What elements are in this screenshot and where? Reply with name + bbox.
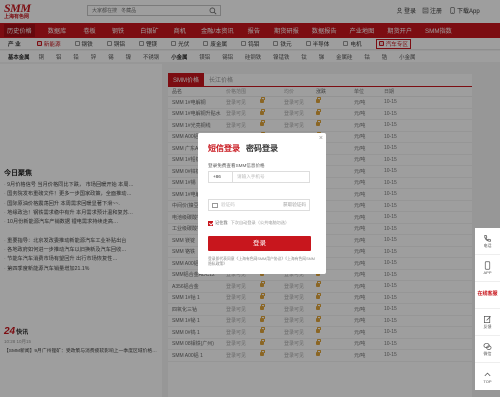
toolbar-app[interactable]: APP: [475, 255, 500, 282]
login-tabs: 短信登录 密码登录: [208, 143, 278, 154]
toolbar-label: 微信: [483, 350, 492, 356]
wechat-icon: [483, 342, 492, 350]
toolbar-label: 电话: [483, 242, 492, 248]
tab-sms-login[interactable]: 短信登录: [208, 143, 240, 154]
country-code-select[interactable]: +86: [209, 172, 233, 182]
remember-label: 记住我: [215, 220, 228, 225]
toolbar-phone[interactable]: 电话: [475, 228, 500, 255]
code-field[interactable]: 验证码 获取验证码: [208, 199, 310, 211]
toolbar-feedback[interactable]: 反馈: [475, 309, 500, 336]
message-icon: [212, 203, 218, 208]
login-button[interactable]: 登录: [208, 236, 311, 251]
phone-input[interactable]: 请输入手机号: [233, 174, 265, 180]
remember-me[interactable]: 记住我 下次自动登录（公共电脑勿选）: [208, 220, 289, 226]
toolbar-label: 反馈: [483, 323, 492, 329]
login-modal: × 短信登录 密码登录 登录免费查看SMM信息价格 +86 请输入手机号 验证码…: [198, 133, 326, 274]
terms-text: 登录即代表同意《上海有色网SMM用户协议》《上海有色网SMM隐私政策》: [208, 257, 315, 266]
checkbox-icon[interactable]: [208, 220, 213, 226]
code-input[interactable]: 验证码: [209, 202, 283, 208]
tab-password-login[interactable]: 密码登录: [246, 143, 278, 154]
arrow-up-icon: [484, 372, 491, 376]
login-subtitle: 登录免费查看SMM信息价格: [208, 163, 265, 168]
toolbar-service[interactable]: 在线客服: [475, 282, 500, 309]
phone-field[interactable]: +86 请输入手机号: [208, 171, 310, 183]
app-icon: [484, 261, 491, 270]
remember-hint: 下次自动登录（公共电脑勿选）: [230, 220, 290, 225]
toolbar-label: 在线客服: [477, 291, 498, 298]
toolbar-label: APP: [483, 270, 492, 275]
phone-icon: [484, 234, 492, 242]
get-code-button[interactable]: 获取验证码: [283, 202, 309, 208]
right-toolbar: 电话 APP 在线客服 反馈 微信 TOP: [475, 228, 500, 390]
toolbar-wechat[interactable]: 微信: [475, 336, 500, 363]
close-icon[interactable]: ×: [319, 135, 323, 142]
toolbar-label: TOP: [483, 378, 492, 384]
toolbar-top[interactable]: TOP: [475, 363, 500, 390]
edit-icon: [483, 315, 491, 323]
